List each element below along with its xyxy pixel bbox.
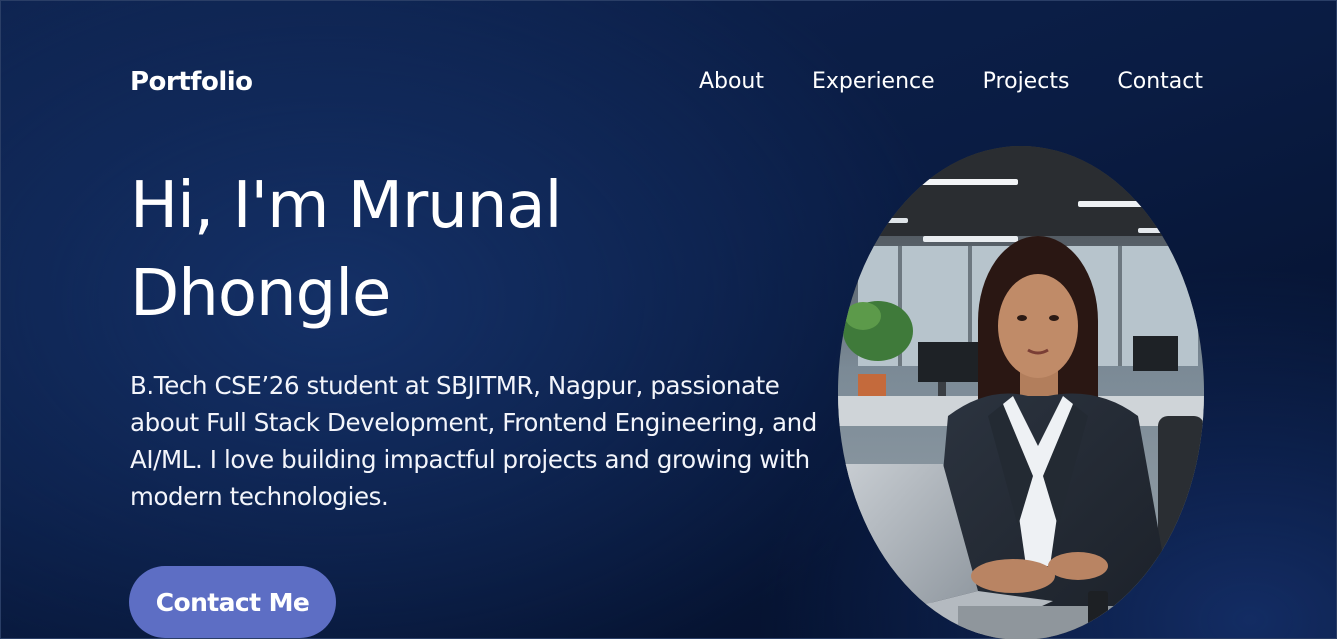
- contact-me-button[interactable]: Contact Me: [129, 566, 336, 638]
- hero-title-line-2: Dhongle: [130, 257, 391, 331]
- site-logo[interactable]: Portfolio: [130, 64, 253, 100]
- main-nav: About Experience Projects Contact: [699, 64, 1203, 100]
- hero-title-line-1: Hi, I'm Mrunal: [130, 169, 562, 243]
- nav-link-about[interactable]: About: [699, 64, 764, 100]
- nav-link-projects[interactable]: Projects: [983, 64, 1070, 100]
- hero-description: B.Tech CSE’26 student at SBJITMR, Nagpur…: [130, 371, 817, 511]
- nav-link-experience[interactable]: Experience: [812, 64, 935, 100]
- hero-title: Hi, I'm Mrunal Dhongle: [130, 162, 770, 338]
- profile-photo: [838, 146, 1204, 639]
- nav-link-contact[interactable]: Contact: [1117, 64, 1203, 100]
